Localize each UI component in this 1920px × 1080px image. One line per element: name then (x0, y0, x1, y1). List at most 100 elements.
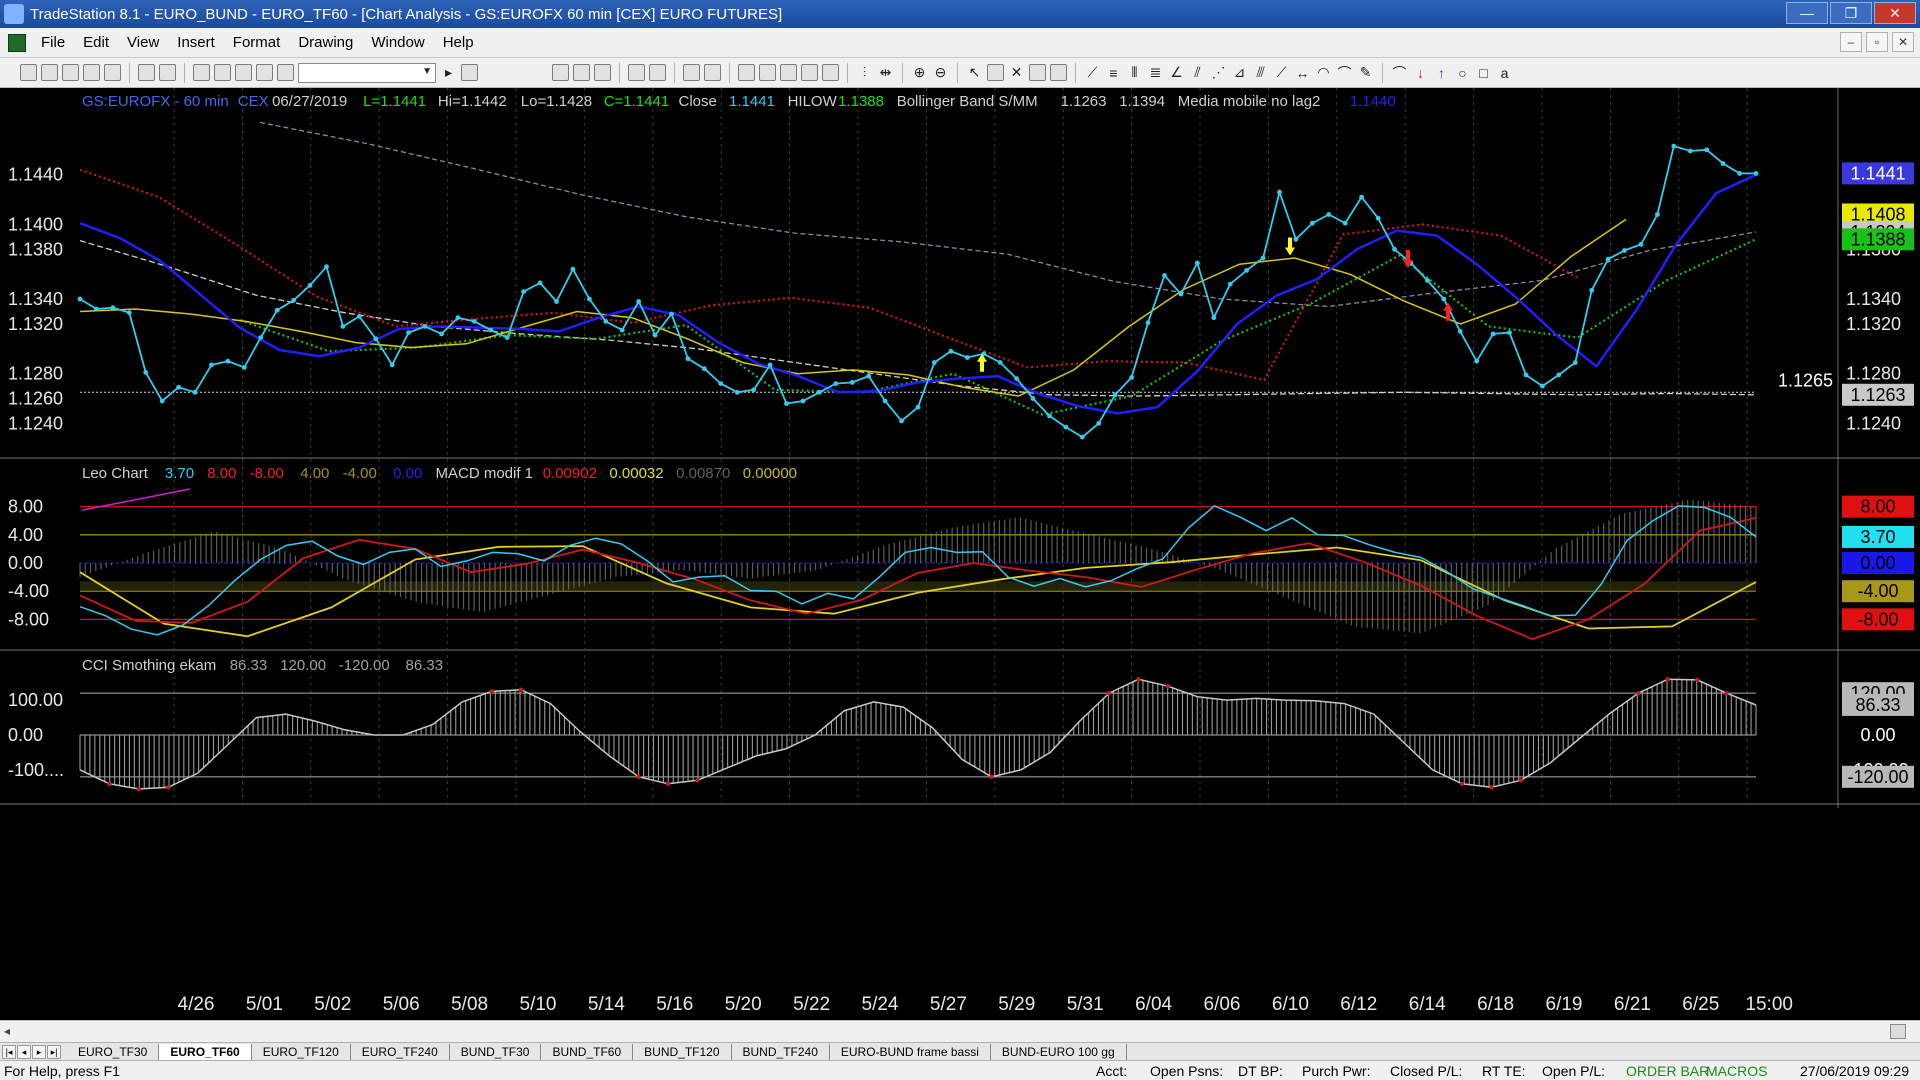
ray-icon[interactable]: ⟋ (1273, 64, 1290, 81)
tab-first-icon[interactable]: |◂ (2, 1044, 16, 1059)
pointer-tools-icon[interactable] (256, 64, 273, 81)
tab-bund-tf120[interactable]: BUND_TF120 (633, 1043, 732, 1060)
menu-file[interactable]: File (32, 34, 74, 51)
zoom-in-icon[interactable]: ⊕ (911, 64, 928, 81)
fibonacci-icon[interactable]: ≣ (1147, 64, 1164, 81)
chart-link-icon[interactable] (193, 64, 210, 81)
analysis-icon[interactable] (759, 64, 776, 81)
maximize-button[interactable]: ❐ (1830, 2, 1872, 24)
window-layout-icon[interactable] (704, 64, 721, 81)
horizontal-lines-icon[interactable]: ≡ (1105, 65, 1122, 81)
bar-style-icon[interactable] (780, 64, 797, 81)
tab-bund-tf240[interactable]: BUND_TF240 (732, 1043, 830, 1060)
curve-icon[interactable]: ⌒ (1391, 63, 1408, 83)
table-icon[interactable] (594, 64, 611, 81)
price-point (784, 401, 789, 406)
macros-icon[interactable] (277, 64, 294, 81)
rectangle-icon[interactable]: □ (1475, 65, 1492, 81)
trendline-icon[interactable]: ⟋ (1084, 64, 1101, 81)
bar-spacing-compress-icon[interactable]: ⇹ (877, 64, 894, 81)
speed-lines-icon[interactable]: ⋰ (1210, 64, 1227, 81)
refresh-icon[interactable] (738, 64, 755, 81)
cci-extreme-marker (989, 774, 994, 780)
tab-euro-tf240[interactable]: EURO_TF240 (351, 1043, 450, 1060)
tab-bund-euro-100gg[interactable]: BUND-EURO 100 gg (991, 1043, 1127, 1060)
line-style-icon[interactable] (822, 64, 839, 81)
menu-window[interactable]: Window (362, 34, 433, 51)
symbol-lookup-icon[interactable] (461, 64, 478, 81)
menu-drawing[interactable]: Drawing (289, 34, 362, 51)
open-icon[interactable] (41, 64, 58, 81)
new-icon[interactable] (20, 64, 37, 81)
regression-icon[interactable]: ⫽ (1189, 64, 1206, 81)
menu-help[interactable]: Help (434, 34, 483, 51)
symbol-combo[interactable] (298, 62, 436, 83)
price-point (241, 365, 247, 370)
text-icon[interactable]: a (1496, 65, 1513, 81)
vertical-lines-icon[interactable]: ⦀ (1126, 64, 1143, 81)
scroll-thumb[interactable] (1890, 1024, 1906, 1039)
tab-last-icon[interactable]: ▸| (47, 1044, 61, 1059)
chart-canvas[interactable]: GS:EUROFX - 60 min CEX 06/27/2019 L=1.1441 H… (0, 88, 1920, 1020)
tab-euro-tf120[interactable]: EURO_TF120 (252, 1043, 351, 1060)
hand-icon[interactable] (987, 64, 1004, 81)
print-preview-icon[interactable] (159, 64, 176, 81)
price-point (1622, 248, 1627, 253)
data-window-icon[interactable] (552, 64, 569, 81)
price-point (143, 370, 149, 375)
insert-strategy-icon[interactable] (649, 64, 666, 81)
chart-analysis-window[interactable]: GS:EUROFX - 60 min CEX 06/27/2019 L=1.1441 H… (0, 88, 1920, 1020)
close-button[interactable]: ✕ (1874, 2, 1916, 24)
lock-icon[interactable] (235, 64, 252, 81)
pencil-icon[interactable]: ✎ (1357, 64, 1374, 81)
new-window-icon[interactable] (83, 64, 100, 81)
tab-euro-tf60[interactable]: EURO_TF60 (159, 1043, 252, 1060)
price-point (1342, 220, 1348, 226)
cycle-icon[interactable]: ⌒ (1336, 63, 1353, 83)
scroll-left-icon[interactable]: ◂ (4, 1024, 10, 1038)
open-workspace-icon[interactable] (62, 64, 79, 81)
gann-icon[interactable]: ⊿ (1231, 64, 1248, 81)
menu-edit[interactable]: Edit (74, 34, 118, 51)
alert-icon[interactable] (1029, 64, 1046, 81)
horizontal-scrollbar[interactable]: ◂ (0, 1020, 1920, 1042)
cascade-icon[interactable] (214, 64, 231, 81)
zoom-out-icon[interactable]: ⊖ (932, 64, 949, 81)
tab-next-icon[interactable]: ▸ (32, 1044, 46, 1059)
value-badge-label: 1.1388 (1850, 229, 1905, 249)
title-bar[interactable]: TradeStation 8.1 - EURO_BUND - EURO_TF60… (0, 0, 1920, 28)
tools-icon[interactable]: ✕ (1008, 64, 1025, 81)
tab-prev-icon[interactable]: ◂ (17, 1044, 31, 1059)
mdi-minimize-button[interactable]: – (1840, 32, 1862, 52)
arrow-up-icon[interactable]: ↑ (1433, 65, 1450, 81)
bar-spacing-icon[interactable]: ⫶ (856, 64, 873, 81)
tab-euro-bund-frame-bassi[interactable]: EURO-BUND frame bassi (830, 1043, 991, 1060)
minimize-button[interactable]: — (1786, 2, 1828, 24)
save-icon[interactable] (104, 64, 121, 81)
arrow-down-icon[interactable]: ↓ (1412, 65, 1429, 81)
status-order-bar[interactable]: ORDER BAR (1626, 1063, 1709, 1079)
tab-bund-tf60[interactable]: BUND_TF60 (541, 1043, 634, 1060)
ellipse-icon[interactable]: ○ (1454, 65, 1471, 81)
format-icon[interactable] (573, 64, 590, 81)
print-icon[interactable] (138, 64, 155, 81)
angle-icon[interactable]: ∠ (1168, 64, 1185, 81)
mdi-close-button[interactable]: ✕ (1892, 32, 1914, 52)
tracking-icon[interactable] (1050, 64, 1067, 81)
mdi-restore-button[interactable]: ▫ (1866, 32, 1888, 52)
menu-view[interactable]: View (118, 34, 168, 51)
chart-window-icon[interactable] (8, 33, 26, 52)
status-macros[interactable]: MACROS (1706, 1063, 1767, 1079)
menu-format[interactable]: Format (224, 34, 290, 51)
tab-euro-tf30[interactable]: EURO_TF30 (67, 1043, 160, 1060)
arc-icon[interactable]: ◠ (1315, 64, 1332, 81)
format-symbol-icon[interactable] (683, 64, 700, 81)
channel-icon[interactable]: ⫻ (1252, 64, 1269, 81)
menu-insert[interactable]: Insert (168, 34, 224, 51)
tab-bund-tf30[interactable]: BUND_TF30 (450, 1043, 542, 1060)
cursor-icon[interactable]: ↖ (966, 64, 983, 81)
horizontal-ray-icon[interactable]: ↔ (1294, 65, 1311, 81)
play-icon[interactable]: ▸ (440, 64, 457, 81)
insert-indicator-icon[interactable] (628, 64, 645, 81)
candle-icon[interactable] (801, 64, 818, 81)
